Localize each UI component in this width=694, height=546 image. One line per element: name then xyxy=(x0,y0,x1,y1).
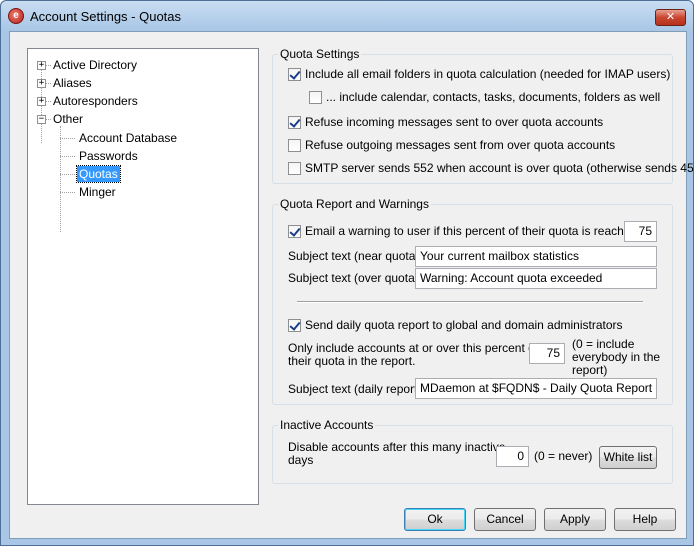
mdaemon-app-icon[interactable]: e xyxy=(8,8,24,24)
refuse-incoming-label[interactable]: Refuse incoming messages sent to over qu… xyxy=(305,115,603,130)
quota-report-group: Quota Report and Warnings Email a warnin… xyxy=(272,197,673,405)
refuse-incoming-checkbox[interactable] xyxy=(288,116,301,129)
inactive-days-input[interactable]: 0 xyxy=(496,446,529,467)
tree-item-other[interactable]: Other xyxy=(51,111,85,127)
tree-expander-active-directory[interactable]: + xyxy=(37,61,46,70)
tree-item-active-directory[interactable]: Active Directory xyxy=(51,57,139,73)
inactive-accounts-title: Inactive Accounts xyxy=(278,418,376,432)
help-button[interactable]: Help xyxy=(614,508,676,531)
only-include-note-line3: report) xyxy=(572,363,608,377)
quota-settings-title: Quota Settings xyxy=(278,47,362,61)
tree-expander-other[interactable]: − xyxy=(37,115,46,124)
ok-button[interactable]: Ok xyxy=(404,508,466,531)
subject-daily-label: Subject text (daily report) xyxy=(288,382,422,396)
include-all-folders-label[interactable]: Include all email folders in quota calcu… xyxy=(305,67,670,82)
warning-percent-input[interactable]: 75 xyxy=(624,221,657,242)
daily-report-label[interactable]: Send daily quota report to global and do… xyxy=(305,318,623,333)
subject-over-input[interactable]: Warning: Account quota exceeded xyxy=(415,268,657,289)
quota-settings-group: Quota Settings Include all email folders… xyxy=(272,47,694,184)
only-include-label-line2: their quota in the report. xyxy=(288,354,416,368)
tree-item-passwords[interactable]: Passwords xyxy=(77,148,140,164)
subject-daily-input[interactable]: MDaemon at $FQDN$ - Daily Quota Report xyxy=(415,378,657,399)
inactive-accounts-group: Inactive Accounts Disable accounts after… xyxy=(272,418,673,484)
include-calendar-checkbox[interactable] xyxy=(309,91,322,104)
daily-report-checkbox[interactable] xyxy=(288,319,301,332)
tree-connector xyxy=(60,138,75,139)
smtp-552-label[interactable]: SMTP server sends 552 when account is ov… xyxy=(305,161,694,176)
subject-near-label: Subject text (near quota) xyxy=(288,249,420,263)
separator xyxy=(297,301,643,303)
tree-item-minger[interactable]: Minger xyxy=(77,184,118,200)
email-warning-label[interactable]: Email a warning to user if this percent … xyxy=(305,224,637,239)
disable-accounts-label-line2: days xyxy=(288,453,314,467)
tree-item-aliases[interactable]: Aliases xyxy=(51,75,94,91)
disable-accounts-label-line1: Disable accounts after this many inactiv… xyxy=(288,440,506,454)
tree-item-account-database[interactable]: Account Database xyxy=(77,130,179,146)
email-warning-checkbox[interactable] xyxy=(288,225,301,238)
subject-near-input[interactable]: Your current mailbox statistics xyxy=(415,246,657,267)
tree-connector xyxy=(60,192,75,193)
close-button[interactable]: ✕ xyxy=(655,9,686,26)
cancel-button[interactable]: Cancel xyxy=(474,508,536,531)
only-include-percent-input[interactable]: 75 xyxy=(529,343,565,364)
quota-report-title: Quota Report and Warnings xyxy=(278,197,431,211)
dialog-window: e Account Settings - Quotas ✕ + Active D… xyxy=(0,0,694,546)
title-bar[interactable]: e Account Settings - Quotas ✕ xyxy=(1,1,693,31)
tree-connector xyxy=(60,156,75,157)
dialog-client-area: + Active Directory + Aliases + Autorespo… xyxy=(9,31,694,539)
include-calendar-label[interactable]: ... include calendar, contacts, tasks, d… xyxy=(326,90,660,105)
apply-button[interactable]: Apply xyxy=(544,508,606,531)
include-all-folders-checkbox[interactable] xyxy=(288,68,301,81)
smtp-552-checkbox[interactable] xyxy=(288,162,301,175)
tree-item-autoresponders[interactable]: Autoresponders xyxy=(51,93,140,109)
tree-item-quotas[interactable]: Quotas xyxy=(76,165,121,183)
window-title: Account Settings - Quotas xyxy=(30,9,182,24)
settings-tree[interactable]: + Active Directory + Aliases + Autorespo… xyxy=(27,48,259,505)
subject-over-label: Subject text (over quota) xyxy=(288,271,419,285)
refuse-outgoing-label[interactable]: Refuse outgoing messages sent from over … xyxy=(305,138,615,153)
tree-connector xyxy=(60,126,61,232)
inactive-never-note: (0 = never) xyxy=(534,449,593,463)
tree-expander-autoresponders[interactable]: + xyxy=(37,97,46,106)
tree-expander-aliases[interactable]: + xyxy=(37,79,46,88)
white-list-button[interactable]: White list xyxy=(599,446,657,469)
tree-connector xyxy=(60,174,75,175)
refuse-outgoing-checkbox[interactable] xyxy=(288,139,301,152)
